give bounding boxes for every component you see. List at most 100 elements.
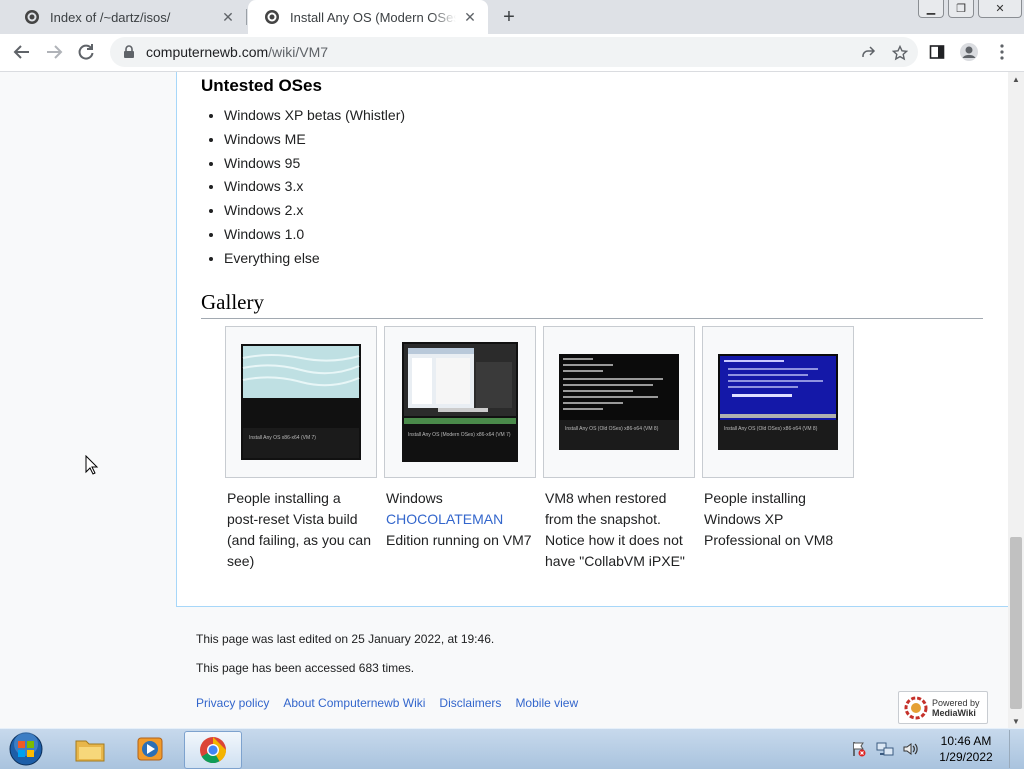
url-host: computernewb.com <box>146 44 269 60</box>
thumb-caption: Install Any OS (Old OSes) x86-x64 (VM 8) <box>724 426 818 432</box>
gallery-item: Install Any OS (Old OSes) x86-x64 (VM 8)… <box>543 326 695 572</box>
tab-install-any-os[interactable]: Install Any OS (Modern OSes) x86-x64 ✕ <box>248 0 488 34</box>
vm7-chocolateman-screenshot: Install Any OS (Modern OSes) x86-x64 (VM… <box>402 342 518 462</box>
profile-avatar-icon <box>960 43 978 61</box>
tab-close-icon[interactable]: ✕ <box>462 9 478 25</box>
windows-taskbar: 10:46 AM 1/29/2022 <box>0 728 1024 769</box>
browser-toolbar: computernewb.com/wiki/VM7 <box>0 34 1024 72</box>
tab-separator <box>246 9 247 25</box>
mobile-view-link[interactable]: Mobile view <box>515 696 578 710</box>
back-arrow-icon <box>13 45 29 59</box>
thumb-caption: Install Any OS (Modern OSes) x86-x64 (VM… <box>408 432 511 438</box>
gallery-caption: People installing a post-reset Vista bui… <box>227 490 371 569</box>
clock-time: 10:46 AM <box>940 734 992 748</box>
caption-text: Edition running on VM7 <box>386 532 532 548</box>
taskbar-clock[interactable]: 10:46 AM 1/29/2022 <box>927 733 1005 765</box>
gallery-thumbnail[interactable]: Install Any OS (Modern OSes) x86-x64 (VM… <box>384 326 536 478</box>
gallery: Install Any OS x86-x64 (VM 7) People ins… <box>225 326 854 572</box>
tab-title: Install Any OS (Modern OSes) x86-x64 <box>290 9 456 25</box>
reload-button[interactable] <box>72 38 100 66</box>
gallery-thumbnail[interactable]: Install Any OS (Old OSes) x86-x64 (VM 8) <box>543 326 695 478</box>
gallery-item: Install Any OS (Modern OSes) x86-x64 (VM… <box>384 326 536 572</box>
restore-button[interactable]: ❐ <box>948 0 974 18</box>
taskbar-media-player-button[interactable] <box>122 731 178 767</box>
scroll-down-arrow-icon[interactable]: ▼ <box>1008 714 1024 728</box>
site-favicon-icon <box>25 10 39 24</box>
url-path: /wiki/VM7 <box>268 44 329 60</box>
new-tab-button[interactable]: + <box>496 4 522 30</box>
gallery-heading: Gallery <box>201 290 983 319</box>
window-controls: ▁ ❐ ✕ <box>918 0 1022 18</box>
tab-close-icon[interactable]: ✕ <box>220 9 236 25</box>
chrome-icon <box>200 737 227 764</box>
access-count-text: This page has been accessed 683 times. <box>196 661 415 675</box>
taskbar-chrome-button[interactable] <box>184 731 242 769</box>
vm8-snapshot-screenshot: Install Any OS (Old OSes) x86-x64 (VM 8) <box>559 354 679 450</box>
url-text: computernewb.com/wiki/VM7 <box>146 44 328 60</box>
footer-links: Privacy policy About Computernewb Wiki D… <box>196 696 578 710</box>
address-bar[interactable]: computernewb.com/wiki/VM7 <box>110 37 918 67</box>
wiki-content-area: Untested OSes Windows XP betas (Whistler… <box>176 72 1008 607</box>
gallery-caption: VM8 when restored from the snapshot. Not… <box>545 490 685 569</box>
tab-index-of-isos[interactable]: Index of /~dartz/isos/ ✕ <box>8 0 246 34</box>
list-item: Everything else <box>224 247 405 271</box>
minimize-button[interactable]: ▁ <box>918 0 944 18</box>
list-item: Windows 2.x <box>224 199 405 223</box>
profile-button[interactable] <box>955 38 983 66</box>
list-item: Windows XP betas (Whistler) <box>224 104 405 128</box>
action-center-flag-icon[interactable] <box>849 739 869 759</box>
network-icon[interactable] <box>875 739 895 759</box>
powered-by-line: MediaWiki <box>932 707 976 718</box>
share-icon[interactable] <box>858 43 878 63</box>
forward-button[interactable] <box>40 38 68 66</box>
thumb-caption: Install Any OS x86-x64 (VM 7) <box>249 435 316 441</box>
gallery-thumbnail[interactable]: Install Any OS (Old OSes) x86-x64 (VM 8) <box>702 326 854 478</box>
page-scrollbar[interactable]: ▲ ▼ <box>1008 72 1024 728</box>
kebab-menu-icon <box>1000 44 1004 60</box>
show-desktop-button[interactable] <box>1009 730 1024 768</box>
close-window-button[interactable]: ✕ <box>978 0 1022 18</box>
system-tray: 10:46 AM 1/29/2022 <box>849 729 1024 769</box>
about-link[interactable]: About Computernewb Wiki <box>283 696 425 710</box>
mediawiki-logo-icon <box>904 696 928 719</box>
chocolateman-link[interactable]: CHOCOLATEMAN <box>386 511 503 527</box>
folder-icon <box>75 740 105 762</box>
reload-icon <box>78 44 94 60</box>
untested-oses-heading: Untested OSes <box>201 76 322 95</box>
gallery-item: Install Any OS (Old OSes) x86-x64 (VM 8)… <box>702 326 854 572</box>
side-panel-icon <box>929 45 945 59</box>
windows-start-orb-icon <box>9 732 43 766</box>
start-button[interactable] <box>6 731 46 767</box>
powered-by-mediawiki-badge[interactable]: Powered by MediaWiki <box>898 691 988 724</box>
page-footer-info: This page was last edited on 25 January … <box>196 632 494 690</box>
back-button[interactable] <box>8 38 36 66</box>
thumb-caption: Install Any OS (Old OSes) x86-x64 (VM 8) <box>565 426 659 432</box>
taskbar-explorer-button[interactable] <box>62 731 118 767</box>
privacy-policy-link[interactable]: Privacy policy <box>196 696 269 710</box>
powered-by-line: Powered by <box>932 697 980 708</box>
side-panel-button[interactable] <box>923 38 951 66</box>
bookmark-star-icon[interactable] <box>890 43 910 63</box>
list-item: Windows 1.0 <box>224 223 405 247</box>
clock-date: 1/29/2022 <box>939 750 993 764</box>
media-player-icon <box>137 737 163 761</box>
browser-menu-button[interactable] <box>988 38 1016 66</box>
volume-speaker-icon[interactable] <box>901 739 921 759</box>
omnibox-actions <box>858 43 910 63</box>
scrollbar-thumb[interactable] <box>1010 537 1022 709</box>
gallery-thumbnail[interactable]: Install Any OS x86-x64 (VM 7) <box>225 326 377 478</box>
vm8-winxp-setup-screenshot: Install Any OS (Old OSes) x86-x64 (VM 8) <box>718 354 838 450</box>
powered-by-text: Powered by MediaWiki <box>932 698 980 718</box>
gallery-item: Install Any OS x86-x64 (VM 7) People ins… <box>225 326 377 572</box>
site-favicon-icon <box>265 10 279 24</box>
lock-icon <box>124 45 134 58</box>
forward-arrow-icon <box>47 45 63 59</box>
last-edited-text: This page was last edited on 25 January … <box>196 632 495 646</box>
disclaimers-link[interactable]: Disclaimers <box>439 696 501 710</box>
tab-strip: Index of /~dartz/isos/ ✕ Install Any OS … <box>0 0 1024 34</box>
list-item: Windows 3.x <box>224 175 405 199</box>
gallery-caption: Windows CHOCOLATEMAN Edition running on … <box>384 488 536 551</box>
untested-os-list: Windows XP betas (Whistler) Windows ME W… <box>199 104 405 271</box>
scroll-up-arrow-icon[interactable]: ▲ <box>1008 72 1024 86</box>
vm7-vista-screenshot: Install Any OS x86-x64 (VM 7) <box>241 344 361 460</box>
